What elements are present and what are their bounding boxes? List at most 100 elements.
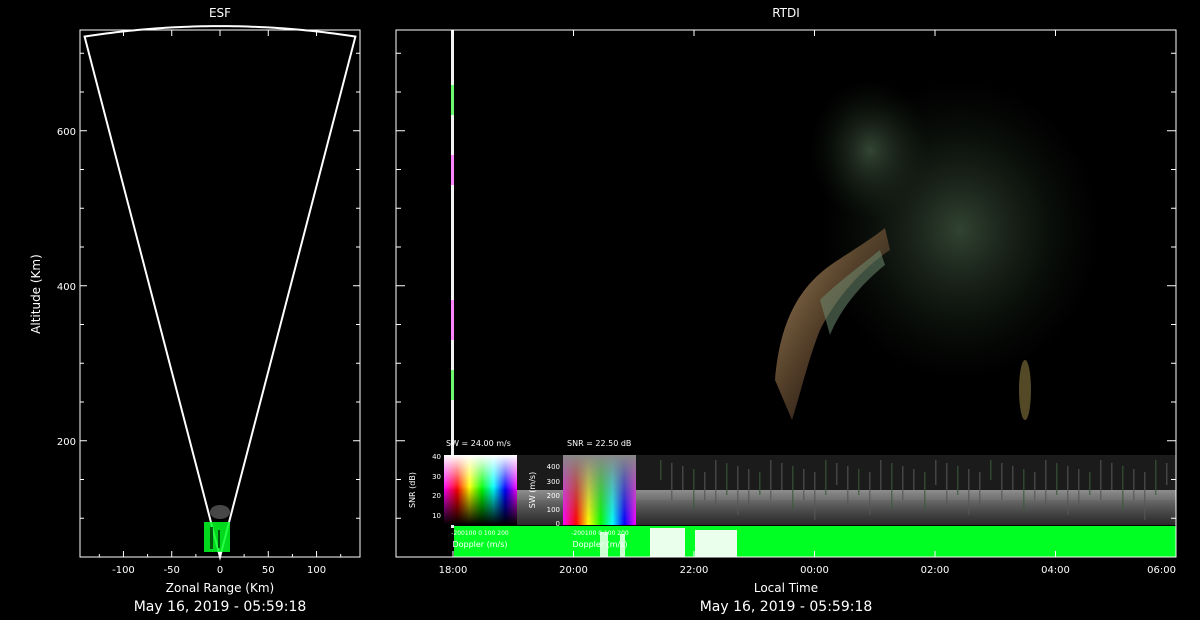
legend-2-ytick: 200 [547, 492, 560, 500]
legend-1-dark [444, 455, 517, 525]
esf-title: ESF [209, 6, 231, 20]
rtdi-x-tick-label: 04:00 [1041, 565, 1070, 576]
rtdi-echo-stripe [836, 463, 838, 485]
rtdi-echo-stripe [726, 463, 728, 495]
legend-1-ytick: 20 [432, 492, 441, 500]
rtdi-clutter-gap [695, 530, 737, 557]
rtdi-echo-stripe [924, 472, 926, 510]
rtdi-footer-timestamp: May 16, 2019 - 05:59:18 [700, 599, 873, 615]
legend-2-xticks: -200100 0 100 200 [571, 530, 629, 537]
rtdi-echo-stripe [1045, 460, 1047, 505]
rtdi-echo-stripe [792, 466, 794, 510]
rtdi-echo-stripe [1122, 466, 1124, 510]
legend-2-xlabel: Doppler (m/s) [572, 540, 627, 549]
figure: ESF -100 -50 0 50 100200400600 Zonal Range (… [29, 6, 1177, 615]
esf-x-tick-label: 0 [217, 565, 223, 576]
rtdi-echo-stripe [1111, 463, 1113, 490]
rtdi-echo-column-tint [451, 85, 454, 115]
rtdi-echo-stripe [660, 460, 662, 480]
legend-2-ytick: 100 [547, 506, 560, 514]
legend-1-ytick: 40 [432, 453, 441, 461]
esf-axis-ticks: -100 -50 0 50 100 200 400 600 [57, 30, 360, 576]
rtdi-echo-stripe [715, 460, 717, 505]
esf-x-tick-label: 100 [307, 565, 326, 576]
esf-green-echo-gap [218, 530, 220, 548]
legend-1-xlabel: Doppler (m/s) [452, 540, 507, 549]
rtdi-echo-stripe [968, 469, 970, 515]
rtdi-echo-stripe [1144, 472, 1146, 520]
rtdi-echo-stripe [737, 466, 739, 515]
rtdi-echo-stripe [1023, 469, 1025, 510]
rtdi-echo-stripe [770, 460, 772, 500]
esf-green-echo-gap [210, 527, 213, 549]
rtdi-xlabel: Local Time [754, 581, 818, 595]
esf-footer-timestamp: May 16, 2019 - 05:59:18 [134, 599, 307, 615]
rtdi-echo-stripe [704, 472, 706, 500]
rtdi-plume-minor [1019, 360, 1031, 420]
rtdi-echo-stripe [748, 469, 750, 505]
esf-y-tick-label: 600 [57, 127, 76, 138]
esf-gray-echo [210, 505, 230, 519]
rtdi-echo-stripe [693, 469, 695, 510]
esf-xlabel: Zonal Range (Km) [166, 581, 274, 595]
rtdi-echo-stripe [946, 463, 948, 505]
legend-2-ytick: 400 [547, 463, 560, 471]
rtdi-echo-column-tint [451, 155, 454, 185]
rtdi-echo-stripe [682, 466, 684, 490]
legend-1-ytick: 10 [432, 512, 441, 520]
rtdi-echo-stripe [902, 466, 904, 500]
rtdi-x-tick-label: 02:00 [921, 565, 950, 576]
legend-2-title: SNR = 22.50 dB [567, 439, 631, 448]
rtdi-echo-stripe [1034, 472, 1036, 500]
esf-plot-frame [79, 29, 361, 558]
rtdi-echo-stripe [913, 469, 915, 490]
rtdi-echo-stripe [1001, 463, 1003, 500]
esf-x-tick-label: -50 [164, 565, 180, 576]
rtdi-echo-stripe [671, 463, 673, 500]
rtdi-plume-haze [810, 80, 930, 220]
rtdi-echo-stripe [979, 472, 981, 505]
rtdi-echo-stripe [781, 463, 783, 490]
legend-2-ytick: 0 [556, 520, 560, 528]
esf-x-tick-label: -100 [112, 565, 135, 576]
rtdi-echo-stripe [990, 460, 992, 480]
rtdi-x-tick-label: 22:00 [680, 565, 709, 576]
rtdi-echo-stripe [847, 466, 849, 505]
rtdi-clutter-gap [650, 528, 685, 557]
legend-1-ytick: 30 [432, 473, 441, 481]
rtdi-x-tick-label: 20:00 [559, 565, 588, 576]
legend-2-ylabel: SW (m/s) [528, 472, 537, 508]
legend-2-gray [563, 455, 636, 525]
rtdi-echo-stripe [1100, 460, 1102, 500]
rtdi-x-tick-label: 18:00 [439, 565, 468, 576]
rtdi-echo-stripe [1067, 466, 1069, 515]
rtdi-echo-stripe [1089, 472, 1091, 495]
legend-1-ylabel: SNR (dB) [408, 472, 417, 508]
esf-panel: ESF -100 -50 0 50 100 200 400 600 Zonal Range (… [29, 6, 361, 615]
rtdi-echo-stripe [803, 469, 805, 500]
rtdi-echo-stripe [1155, 460, 1157, 495]
rtdi-echo-stripe [1133, 469, 1135, 500]
rtdi-echo-stripe [891, 463, 893, 510]
esf-y-tick-label: 400 [57, 282, 76, 293]
rtdi-echo-stripe [759, 472, 761, 495]
rtdi-echo-stripe [858, 469, 860, 495]
rtdi-echo-stripe [880, 460, 882, 490]
esf-green-echo [204, 522, 230, 552]
esf-y-tick-label: 200 [57, 437, 76, 448]
rtdi-echo-stripe [869, 472, 871, 515]
rtdi-echo-stripe [814, 472, 816, 520]
rtdi-echo-stripe [957, 466, 959, 495]
rtdi-x-tick-label: 00:00 [800, 565, 829, 576]
esf-ylabel: Altitude (Km) [29, 254, 43, 334]
rtdi-echo-column-tint [451, 300, 454, 340]
esf-fan-outline [83, 25, 357, 561]
rtdi-echo-stripe [1078, 469, 1080, 505]
rtdi-title: RTDI [772, 6, 800, 20]
legend-2-ytick: 300 [547, 478, 560, 486]
rtdi-echo-stripe [1012, 466, 1014, 490]
legend-1-title: SW = 24.00 m/s [446, 439, 511, 448]
esf-x-tick-label: 50 [262, 565, 275, 576]
rtdi-echo-stripe [1166, 463, 1168, 485]
legend-1-xticks: -200100 0 100 200 [451, 530, 509, 537]
